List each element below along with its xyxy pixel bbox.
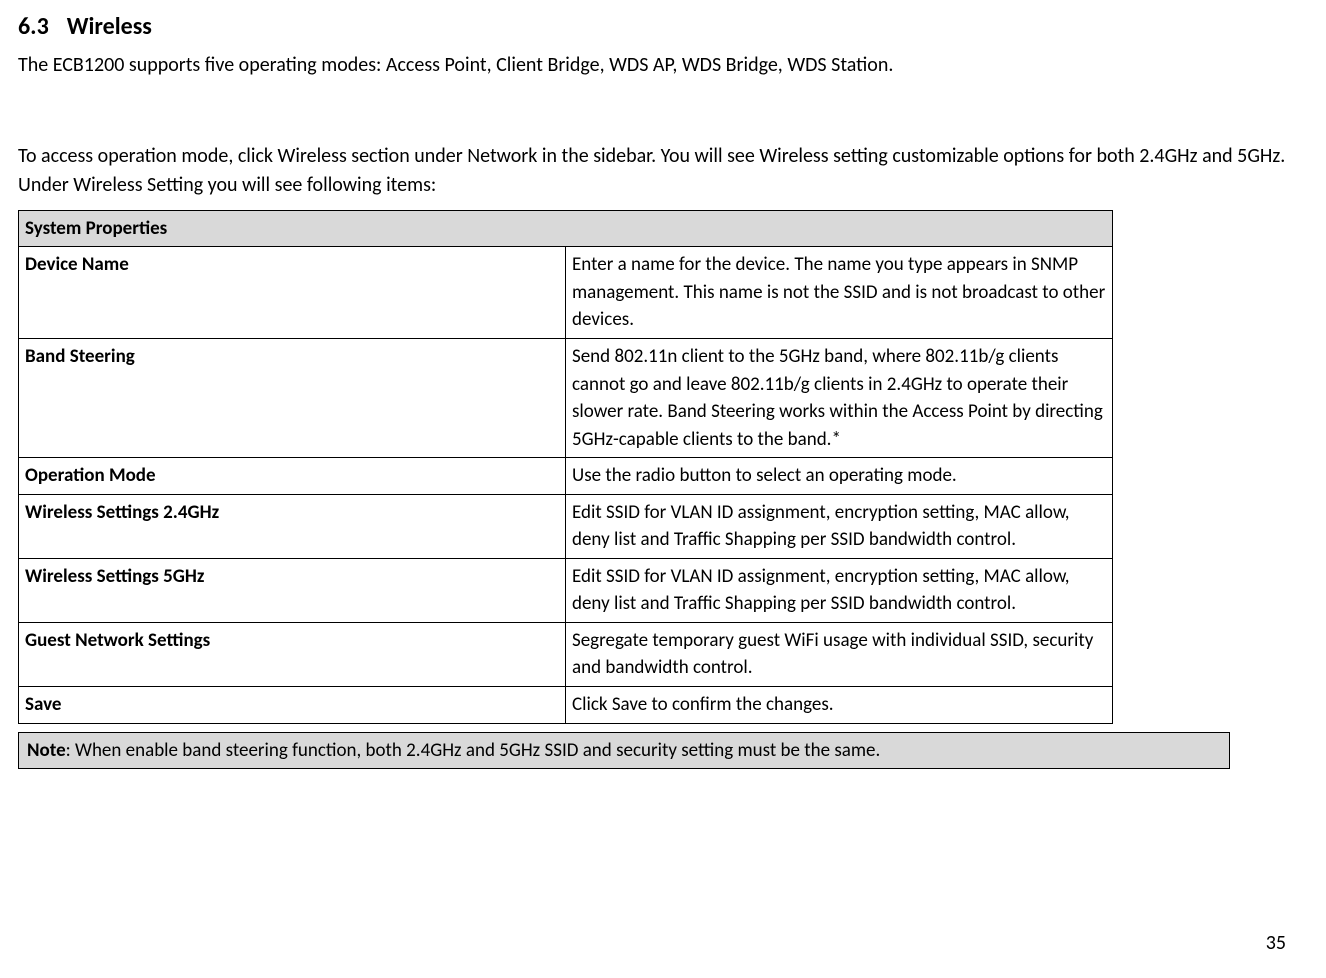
table-header: System Properties	[19, 210, 1113, 247]
row-desc: Use the radio button to select an operat…	[566, 458, 1113, 495]
row-desc: Edit SSID for VLAN ID assignment, encryp…	[566, 494, 1113, 558]
row-desc: Segregate temporary guest WiFi usage wit…	[566, 622, 1113, 686]
row-label: Wireless Settings 5GHz	[19, 558, 566, 622]
table-row: Wireless Settings 5GHz Edit SSID for VLA…	[19, 558, 1113, 622]
table-row: Operation Mode Use the radio button to s…	[19, 458, 1113, 495]
row-desc: Edit SSID for VLAN ID assignment, encryp…	[566, 558, 1113, 622]
row-desc: Click Save to confirm the changes.	[566, 687, 1113, 724]
row-label: Save	[19, 687, 566, 724]
note-text: : When enable band steering function, bo…	[66, 739, 881, 762]
section-number: 6.3	[18, 10, 49, 45]
table-row: Band Steering Send 802.11n client to the…	[19, 338, 1113, 457]
table-row: Guest Network Settings Segregate tempora…	[19, 622, 1113, 686]
note-label: Note	[27, 739, 66, 762]
section-title: Wireless	[67, 12, 152, 41]
intro-paragraph-1: The ECB1200 supports five operating mode…	[18, 51, 1292, 80]
section-heading: 6.3 Wireless	[18, 10, 1292, 45]
system-properties-table: System Properties Device Name Enter a na…	[18, 210, 1113, 724]
row-label: Operation Mode	[19, 458, 566, 495]
page-number: 35	[18, 929, 1292, 958]
row-desc: Enter a name for the device. The name yo…	[566, 247, 1113, 339]
note-box: Note: When enable band steering function…	[18, 732, 1230, 770]
row-desc: Send 802.11n client to the 5GHz band, wh…	[566, 338, 1113, 457]
table-row: Device Name Enter a name for the device.…	[19, 247, 1113, 339]
row-label: Band Steering	[19, 338, 566, 457]
row-label: Guest Network Settings	[19, 622, 566, 686]
table-row: Save Click Save to confirm the changes.	[19, 687, 1113, 724]
intro-paragraph-2: To access operation mode, click Wireless…	[18, 142, 1292, 200]
row-label: Wireless Settings 2.4GHz	[19, 494, 566, 558]
row-label: Device Name	[19, 247, 566, 339]
table-row: Wireless Settings 2.4GHz Edit SSID for V…	[19, 494, 1113, 558]
